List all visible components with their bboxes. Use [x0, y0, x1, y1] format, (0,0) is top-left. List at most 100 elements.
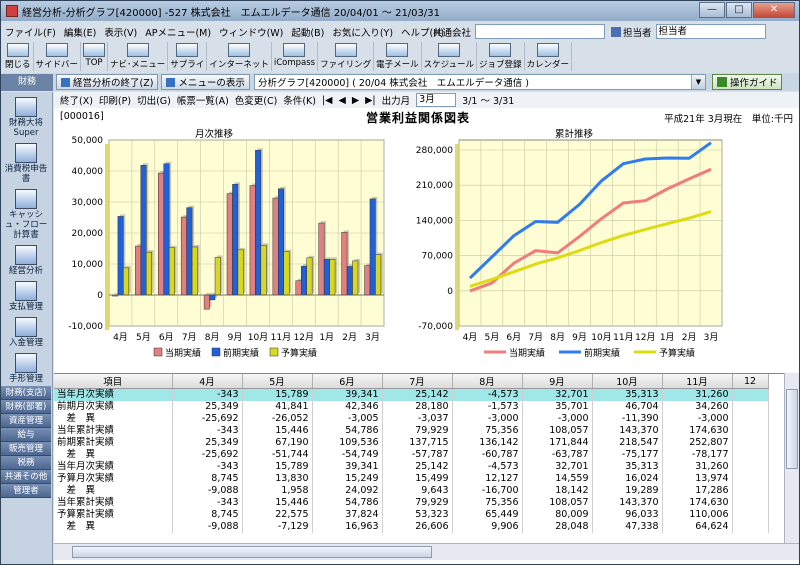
prev-page-button[interactable]: ◀ — [339, 95, 346, 106]
column-header[interactable]: 11月 — [662, 374, 733, 389]
plot-wall — [105, 144, 109, 330]
legend-swatch — [211, 347, 221, 357]
column-header[interactable]: 10月 — [592, 374, 663, 389]
sidebar-tab-salary[interactable]: 給与 — [1, 428, 51, 442]
sidebar-item-cashflow[interactable]: キャッシュ・フロー計算書 — [1, 189, 51, 240]
first-page-button[interactable]: |◀ — [322, 95, 333, 106]
next-page-button[interactable]: ▶ — [352, 95, 359, 106]
column-header[interactable]: 5月 — [242, 374, 313, 389]
chevron-down-icon[interactable]: ▼ — [690, 75, 705, 89]
menu-ap[interactable]: APメニュー(M) — [145, 25, 211, 39]
guide-button[interactable]: 操作ガイド — [711, 74, 783, 90]
cut-button[interactable]: 切出(G) — [137, 93, 171, 107]
condition-button[interactable]: 条件(K) — [283, 93, 316, 107]
icompass-tool-button[interactable]: iCompass — [272, 42, 319, 71]
column-header[interactable]: 9月 — [522, 374, 593, 389]
calendar-tool-button[interactable]: カレンダー — [525, 42, 573, 71]
table-row[interactable]: 差 異 -9,088 -7,129 16,963 26,606 9,906 28,048 47… — [54, 521, 769, 533]
table-row[interactable]: 前期累計実績 25,349 67,190 109,536 137,715 136,142 1… — [54, 437, 769, 449]
report-select[interactable]: 分析グラフ[420000] ( 20/04 株式会社 エムエルデータ通信 ) ▼ — [253, 74, 706, 90]
email-tool-button[interactable]: 電子メール — [374, 42, 422, 71]
end-button[interactable]: 終了(X) — [60, 93, 93, 107]
table-cell: 25,349 — [172, 437, 243, 449]
table-row[interactable]: 当年月次実績 -343 15,789 39,341 25,142 -4,573 32,701… — [54, 461, 769, 473]
horizontal-scrollbar[interactable] — [54, 543, 799, 560]
menu-window[interactable]: ウィンドウ(W) — [219, 25, 283, 39]
table-row[interactable]: 予算月次実績 8,745 13,830 15,249 15,499 12,127 14,55… — [54, 473, 769, 485]
sidebar-item-payment[interactable]: 支払管理 — [1, 281, 51, 312]
table-row[interactable]: 当年月次実績 -343 15,789 39,341 25,142 -4,573 32,701… — [54, 388, 769, 401]
column-header[interactable]: 4月 — [172, 374, 243, 389]
sidebar-tab-sales[interactable]: 販売管理 — [1, 442, 51, 456]
navi-menu-tool-button[interactable]: ナビ･メニュー — [108, 42, 169, 71]
top-tool-button[interactable]: TOP — [81, 42, 109, 71]
menu-launch[interactable]: 起動(B) — [291, 25, 324, 39]
filing-tool-button[interactable]: ファイリング — [318, 42, 375, 71]
last-page-button[interactable]: ▶| — [365, 95, 376, 106]
show-menu-button[interactable]: メニューの表示 — [161, 74, 250, 90]
sidebar-tab-branch[interactable]: 財務(支店) — [1, 386, 51, 400]
maximize-button[interactable]: □ — [726, 2, 752, 18]
dept-tab[interactable]: 財務 — [1, 73, 53, 91]
table-row[interactable]: 前期月次実績 25,349 41,841 42,346 28,180 -1,573 35,7… — [54, 401, 769, 413]
column-header[interactable]: 6月 — [312, 374, 383, 389]
sidebar-tab-taxation[interactable]: 税務 — [1, 456, 51, 470]
schedule-tool-button[interactable]: スケジュール — [422, 42, 478, 71]
sidebar-tab-common[interactable]: 共通その他 — [1, 470, 51, 484]
list-button[interactable]: 帳票一覧(A) — [177, 93, 229, 107]
table-cell: -54,749 — [312, 449, 383, 461]
sidebar-tab-dept[interactable]: 財務(部署) — [1, 400, 51, 414]
output-month-select[interactable]: 3月 — [416, 93, 457, 107]
sidebar-tab-admin[interactable]: 管理者 — [1, 484, 51, 498]
vertical-scroll-thumb[interactable] — [786, 389, 798, 469]
column-header[interactable]: 8月 — [452, 374, 523, 389]
bar-budget — [329, 259, 336, 296]
table-cell — [732, 497, 769, 509]
menu-edit[interactable]: 編集(E) — [64, 25, 96, 39]
minimize-button[interactable]: — — [699, 2, 725, 18]
horizontal-scroll-thumb[interactable] — [72, 546, 432, 558]
x-tick-label: 8月 — [550, 332, 565, 343]
table-row[interactable]: 差 異 -25,692 -26,052 -3,005 -3,037 -3,000 -3,00… — [54, 413, 769, 425]
sidebar-item-bill[interactable]: 手形管理 — [1, 353, 51, 384]
company-field[interactable] — [475, 24, 606, 39]
sidebar-item-zaimu[interactable]: 財務大将 Super — [1, 97, 51, 138]
close-button[interactable]: ✕ — [753, 2, 795, 18]
column-header[interactable]: 7月 — [382, 374, 453, 389]
sidebar-item-receipt[interactable]: 入金管理 — [1, 317, 51, 348]
close-tool-icon — [6, 43, 29, 57]
table-row[interactable]: 当年累計実績 -343 15,446 54,786 79,929 75,356 108,05… — [54, 425, 769, 437]
table-cell: 22,575 — [242, 509, 313, 521]
print-button[interactable]: 印刷(P) — [99, 93, 131, 107]
column-header[interactable]: 12 — [732, 374, 769, 389]
table-row[interactable]: 予算累計実績 8,745 22,575 37,824 53,323 65,449 80,00… — [54, 509, 769, 521]
vertical-scrollbar[interactable] — [784, 373, 799, 543]
end-analysis-label: 経営分析の終了(Z) — [73, 78, 154, 89]
job-tool-button[interactable]: ジョブ登録 — [477, 42, 525, 71]
internet-tool-button[interactable]: インターネット — [207, 42, 272, 71]
sidebar-tab-asset[interactable]: 資産管理 — [1, 414, 51, 428]
table-row[interactable]: 差 異 -9,088 1,958 24,092 9,643 -16,700 18,142 19… — [54, 485, 769, 497]
menu-view[interactable]: 表示(V) — [104, 25, 137, 39]
sidebar-item-analysis[interactable]: 経営分析 — [1, 245, 51, 276]
sidebar-tool-button[interactable]: サイドバー — [34, 42, 82, 71]
sidebar-item-label: 消費税申告書 — [4, 164, 48, 184]
table-cell: 54,786 — [312, 425, 383, 437]
color-button[interactable]: 色変更(C) — [235, 93, 278, 107]
sidebar-item-tax[interactable]: 消費税申告書 — [1, 143, 51, 184]
person-field[interactable]: 担当者 — [655, 24, 766, 39]
close-tool-button[interactable]: 閉じる — [3, 42, 34, 71]
table-row[interactable]: 差 異 -25,692 -51,744 -54,749 -57,787 -60,787 -6… — [54, 449, 769, 461]
table-cell: 47,338 — [592, 521, 663, 533]
table-cell: 39,341 — [312, 388, 383, 401]
end-analysis-button[interactable]: 経営分析の終了(Z) — [56, 74, 159, 90]
table-cell: 25,349 — [172, 401, 243, 413]
menu-file[interactable]: ファイル(F) — [5, 25, 56, 39]
report-code: [000016] — [60, 111, 104, 122]
table-row[interactable]: 当年累計実績 -343 15,446 54,786 79,929 75,356 108,05… — [54, 497, 769, 509]
table-cell: 15,446 — [242, 497, 313, 509]
supply-tool-button[interactable]: サプライ — [168, 42, 208, 71]
y-tick-label: 210,000 — [416, 181, 453, 191]
menu-favorites[interactable]: お気に入り(Y) — [332, 25, 393, 39]
column-header[interactable]: 項目 — [54, 374, 173, 389]
